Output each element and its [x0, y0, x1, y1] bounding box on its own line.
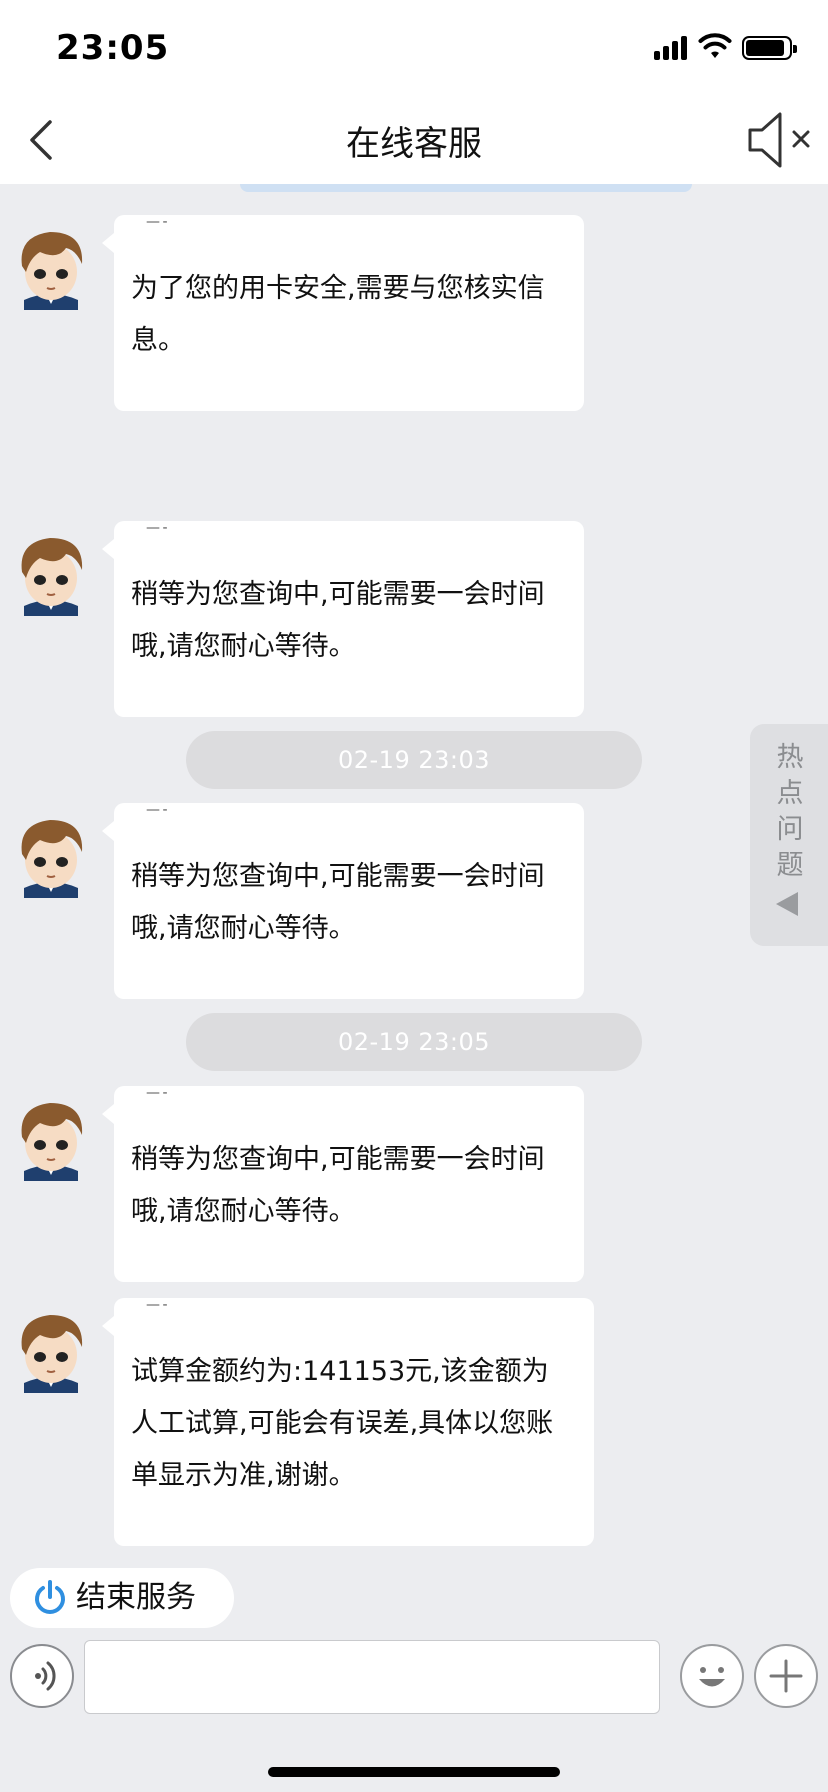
message-text: 试算金额约为:141153元,该金额为人工试算,可能会有误差,具体以您账单显示为… — [131, 1356, 554, 1491]
speaker-mute-icon[interactable] — [744, 106, 816, 174]
hot-questions-label: 热点问题 — [776, 742, 804, 881]
home-indicator — [268, 1767, 560, 1777]
input-bar — [0, 1632, 828, 1792]
previous-message-edge — [240, 184, 692, 192]
end-service-button[interactable]: 结束服务 — [10, 1568, 234, 1628]
message-input[interactable] — [84, 1640, 660, 1714]
timestamp-divider: 02-19 23:03 — [186, 731, 642, 789]
end-service-label: 结束服务 — [76, 1580, 196, 1615]
voice-button[interactable] — [10, 1644, 74, 1708]
message-bubble: — - 稍等为您查询中,可能需要一会时间哦,请您耐心等待。 — [102, 803, 584, 999]
message-text: 稍等为您查询中,可能需要一会时间哦,请您耐心等待。 — [131, 861, 545, 944]
power-icon — [35, 1580, 65, 1614]
page-title: 在线客服 — [346, 124, 482, 164]
status-time: 23:05 — [56, 28, 170, 68]
message-text: 为了您的用卡安全,需要与您核实信息。 — [131, 273, 545, 356]
triangle-left-icon — [776, 892, 798, 916]
status-bar: 23:05 — [0, 0, 828, 96]
cellular-signal-icon — [654, 36, 690, 60]
message-bubble: — - 为了您的用卡安全,需要与您核实信息。 — [102, 215, 584, 411]
battery-icon — [742, 36, 797, 60]
message-bubble: — - 试算金额约为:141153元,该金额为人工试算,可能会有误差,具体以您账… — [102, 1298, 594, 1546]
agent-avatar — [21, 538, 83, 616]
message-text: 稍等为您查询中,可能需要一会时间哦,请您耐心等待。 — [131, 579, 545, 662]
agent-avatar — [21, 820, 83, 898]
agent-avatar — [21, 1103, 83, 1181]
smiley-icon — [699, 1667, 725, 1687]
message-bubble: — - 稍等为您查询中,可能需要一会时间哦,请您耐心等待。 — [102, 521, 584, 717]
message-text: 稍等为您查询中,可能需要一会时间哦,请您耐心等待。 — [131, 1144, 545, 1227]
more-options-button[interactable] — [754, 1644, 818, 1708]
agent-avatar — [21, 1315, 83, 1393]
agent-avatar — [21, 232, 83, 310]
timestamp-divider: 02-19 23:05 — [186, 1013, 642, 1071]
plus-icon — [769, 1659, 803, 1693]
message-bubble: — - 稍等为您查询中,可能需要一会时间哦,请您耐心等待。 — [102, 1086, 584, 1282]
wifi-icon — [698, 33, 732, 58]
nav-bar: 在线客服 — [0, 96, 828, 184]
hot-questions-tab[interactable]: 热点问题 — [750, 724, 828, 946]
emoji-button[interactable] — [680, 1644, 744, 1708]
voice-wave-icon — [35, 1661, 56, 1691]
